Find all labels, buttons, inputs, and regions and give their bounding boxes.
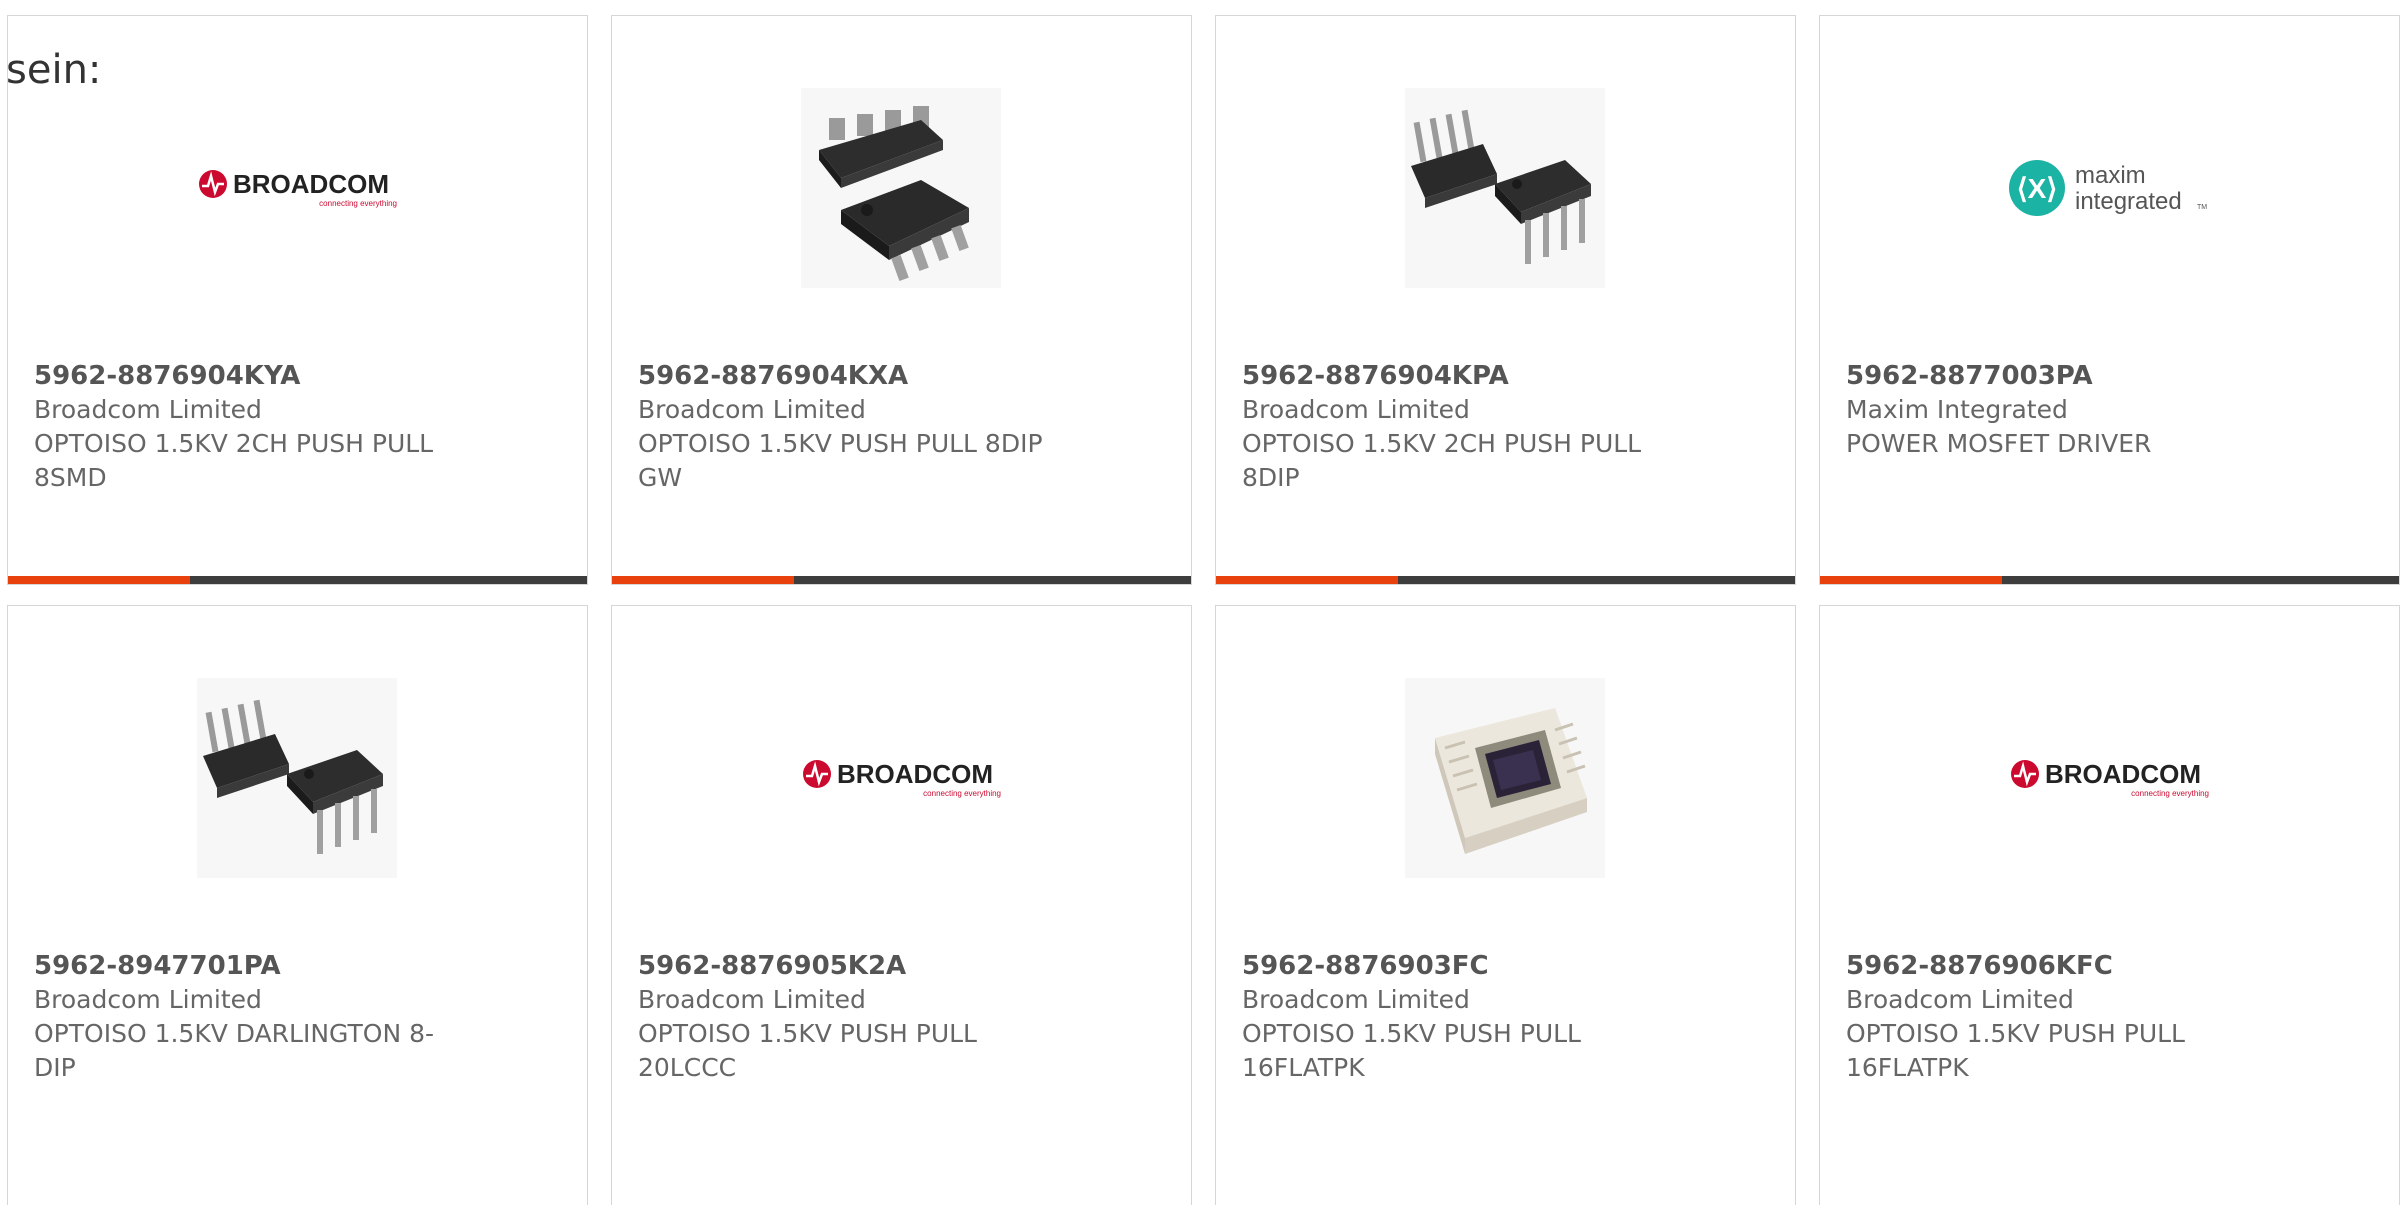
product-description: OPTOISO 1.5KV PUSH PULL 8DIP GW <box>638 429 1043 492</box>
product-description: OPTOISO 1.5KV PUSH PULL 20LCCC <box>638 1019 977 1082</box>
manufacturer-name: Broadcom Limited <box>638 985 866 1014</box>
broadcom-logo-image[interactable]: BROADCOM connecting everything <box>197 88 397 288</box>
broadcom-logo-image[interactable]: BROADCOM connecting everything <box>801 678 1001 878</box>
product-card[interactable]: BROADCOM connecting everything 5962-8876… <box>611 605 1192 1205</box>
maxim-logo-image[interactable]: ⟨X⟩ maxim integrated TM <box>2009 88 2209 288</box>
card-accent-bar-highlight <box>612 576 794 584</box>
maxim-logo-line1: maxim <box>2075 162 2146 189</box>
card-accent-bar-highlight <box>1820 576 2002 584</box>
product-description: OPTOISO 1.5KV PUSH PULL 16FLATPK <box>1242 1019 1581 1082</box>
product-description: POWER MOSFET DRIVER <box>1846 429 2152 458</box>
card-accent-bar <box>1820 576 2399 584</box>
broadcom-logo-text: BROADCOM <box>233 169 389 199</box>
card-accent-bar <box>612 576 1191 584</box>
product-description: OPTOISO 1.5KV 2CH PUSH PULL 8SMD <box>34 429 434 492</box>
manufacturer-name: Broadcom Limited <box>1846 985 2074 1014</box>
product-card[interactable]: 5962-8876904KPA Broadcom Limited OPTOISO… <box>1215 15 1796 585</box>
part-number-link[interactable]: 5962-8876904KXA <box>638 359 1078 393</box>
ic-smd-package-image[interactable] <box>801 88 1001 288</box>
card-accent-bar-highlight <box>1216 576 1398 584</box>
broadcom-logo-text: BROADCOM <box>837 759 993 789</box>
broadcom-logo-tagline: connecting everything <box>319 199 397 208</box>
broadcom-logo-tagline: connecting everything <box>2131 789 2209 798</box>
part-number-link[interactable]: 5962-8876906KFC <box>1846 949 2286 983</box>
part-number-link[interactable]: 5962-8947701PA <box>34 949 474 983</box>
product-card[interactable]: ⟨X⟩ maxim integrated TM 5962-8877003PA M… <box>1819 15 2400 585</box>
maxim-logo-tm: TM <box>2197 204 2207 211</box>
card-accent-bar-highlight <box>8 576 190 584</box>
intro-text: sein: <box>6 47 102 93</box>
broadcom-logo-image[interactable]: BROADCOM connecting everything <box>2009 678 2209 878</box>
manufacturer-name: Maxim Integrated <box>1846 395 2068 424</box>
product-card[interactable]: 5962-8947701PA Broadcom Limited OPTOISO … <box>7 605 588 1205</box>
product-card[interactable]: BROADCOM connecting everything 5962-8876… <box>1819 605 2400 1205</box>
broadcom-logo-text: BROADCOM <box>2045 759 2201 789</box>
product-description: OPTOISO 1.5KV DARLINGTON 8-DIP <box>34 1019 435 1082</box>
manufacturer-name: Broadcom Limited <box>1242 985 1470 1014</box>
product-card[interactable]: 5962-8876904KXA Broadcom Limited OPTOISO… <box>611 15 1192 585</box>
maxim-logo-line2: integrated <box>2075 188 2182 215</box>
ceramic-flatpack-image[interactable] <box>1405 678 1605 878</box>
broadcom-logo-tagline: connecting everything <box>923 789 1001 798</box>
product-description: OPTOISO 1.5KV 2CH PUSH PULL 8DIP <box>1242 429 1642 492</box>
part-number-link[interactable]: 5962-8876905K2A <box>638 949 1078 983</box>
product-description: OPTOISO 1.5KV PUSH PULL 16FLATPK <box>1846 1019 2185 1082</box>
part-number-link[interactable]: 5962-8876904KYA <box>34 359 474 393</box>
manufacturer-name: Broadcom Limited <box>34 985 262 1014</box>
ic-dip-package-image[interactable] <box>197 678 397 878</box>
manufacturer-name: Broadcom Limited <box>1242 395 1470 424</box>
svg-text:⟨X⟩: ⟨X⟩ <box>2017 173 2058 204</box>
product-card[interactable]: BROADCOM connecting everything 5962-8876… <box>7 15 588 585</box>
ic-dip-package-image[interactable] <box>1405 88 1605 288</box>
card-accent-bar <box>1216 576 1795 584</box>
part-number-link[interactable]: 5962-8877003PA <box>1846 359 2286 393</box>
part-number-link[interactable]: 5962-8876903FC <box>1242 949 1682 983</box>
product-card[interactable]: 5962-8876903FC Broadcom Limited OPTOISO … <box>1215 605 1796 1205</box>
manufacturer-name: Broadcom Limited <box>34 395 262 424</box>
card-accent-bar <box>8 576 587 584</box>
manufacturer-name: Broadcom Limited <box>638 395 866 424</box>
part-number-link[interactable]: 5962-8876904KPA <box>1242 359 1682 393</box>
